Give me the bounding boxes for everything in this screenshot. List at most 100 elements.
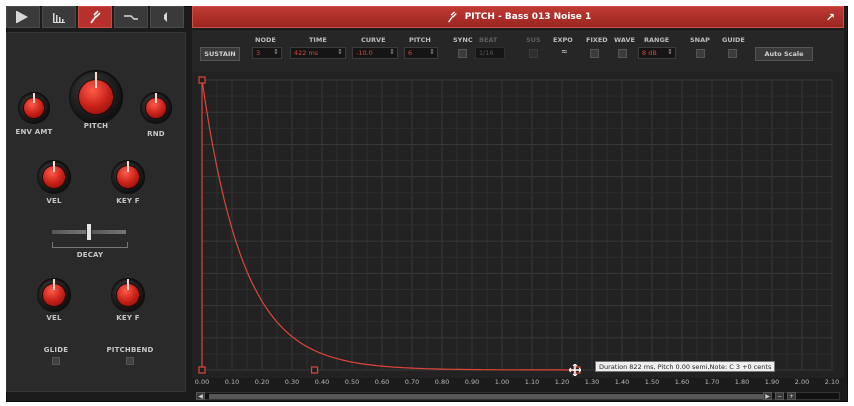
decay-slider[interactable]: [52, 224, 128, 240]
envelope-node[interactable]: [198, 366, 206, 374]
envelope-node[interactable]: [198, 76, 206, 84]
beat-stepper: 1/16: [475, 47, 505, 59]
pitch-label: PITCH: [83, 122, 109, 130]
sync-label: SYNC: [453, 36, 473, 44]
pitch-stepper[interactable]: 6 ⇕: [404, 47, 438, 59]
x-tick-label: 0.20: [254, 378, 270, 386]
env-amt-label: ENV AMT: [15, 128, 53, 136]
pitchbend-label: PITCHBEND: [106, 346, 154, 354]
node-value: 3: [256, 49, 261, 57]
curve-stepper[interactable]: -10.0 ⇕: [352, 47, 398, 59]
sus-checkbox: [529, 49, 538, 58]
range-stepper[interactable]: 8 dB ⇕: [638, 47, 676, 59]
sync-checkbox[interactable]: [458, 49, 467, 58]
x-tick-label: 1.10: [524, 378, 540, 386]
key-f2-knob[interactable]: [111, 278, 145, 312]
tab-envelope[interactable]: [114, 6, 148, 28]
x-tick-label: 0.30: [284, 378, 300, 386]
zoom-in-icon[interactable]: +: [787, 392, 796, 400]
x-tick-label: 1.20: [554, 378, 570, 386]
timeline-scrollbar[interactable]: ◀ ▶ − +: [196, 392, 840, 400]
auto-scale-button[interactable]: Auto Scale: [755, 47, 813, 61]
tab-pitch[interactable]: [78, 6, 112, 28]
expo-toggle[interactable]: ≈: [561, 47, 568, 56]
glide-checkbox[interactable]: [52, 357, 60, 365]
mode-tabs: [6, 6, 186, 28]
wave-checkbox[interactable]: [618, 49, 627, 58]
x-tick-label: 0.60: [374, 378, 390, 386]
key-f2-label: KEY F: [116, 314, 140, 322]
guide-label: GUIDE: [722, 36, 745, 44]
x-tick-label: 0.10: [224, 378, 240, 386]
stepper-arrows-icon[interactable]: ⇕: [667, 48, 673, 56]
scrollbar-thumb[interactable]: [209, 394, 769, 399]
wave-label: WAVE: [614, 36, 635, 44]
fixed-label: FIXED: [586, 36, 608, 44]
pitchbend-checkbox[interactable]: [126, 357, 134, 365]
pitch-value: 6: [408, 49, 413, 57]
x-tick-label: 1.00: [494, 378, 510, 386]
x-tick-label: 1.30: [584, 378, 600, 386]
snap-label: SNAP: [690, 36, 710, 44]
stepper-arrows-icon[interactable]: ⇕: [337, 48, 343, 56]
bars-icon: [53, 13, 65, 23]
rnd-label: RND: [147, 130, 165, 138]
envelope-graph-canvas[interactable]: [192, 72, 844, 378]
x-tick-label: 2.00: [794, 378, 810, 386]
sus-label: SUS: [526, 36, 541, 44]
x-tick-label: 0.40: [314, 378, 330, 386]
tab-bars[interactable]: [42, 6, 76, 28]
node-label: NODE: [255, 36, 276, 44]
vel2-label: VEL: [46, 314, 62, 322]
x-tick-label: 0.70: [404, 378, 420, 386]
vel-label: VEL: [46, 197, 62, 205]
fixed-checkbox[interactable]: [590, 49, 599, 58]
pin-icon[interactable]: ↗: [826, 11, 835, 24]
speaker-icon: [164, 12, 167, 22]
stepper-arrows-icon[interactable]: ⇕: [429, 48, 435, 56]
vel2-knob[interactable]: [37, 278, 71, 312]
sustain-button[interactable]: SUSTAIN: [200, 47, 240, 61]
x-tick-label: 1.90: [764, 378, 780, 386]
node-stepper[interactable]: 3 ⇕: [252, 47, 282, 59]
curve-value: -10.0: [356, 49, 373, 57]
time-stepper[interactable]: 422 ms ⇕: [290, 47, 346, 59]
envelope-toolbar: SUSTAIN NODE 3 ⇕ TIME 422 ms ⇕ CURVE -10.0…: [192, 30, 844, 72]
tab-play[interactable]: [6, 6, 40, 28]
decay-slider-handle[interactable]: [87, 224, 91, 240]
pitch-knob[interactable]: [69, 70, 123, 124]
snap-checkbox[interactable]: [696, 49, 705, 58]
guide-checkbox[interactable]: [728, 49, 737, 58]
tuning-fork-icon: [447, 11, 457, 23]
x-tick-label: 0.80: [434, 378, 450, 386]
envelope-node[interactable]: [310, 366, 319, 374]
x-tick-label: 1.60: [674, 378, 690, 386]
key-f-knob[interactable]: [111, 160, 145, 194]
scroll-right-icon[interactable]: ▶: [763, 392, 772, 400]
x-tick-label: 1.50: [644, 378, 660, 386]
envelope-graph[interactable]: [192, 72, 844, 378]
range-value: 8 dB: [642, 49, 657, 57]
editor-header: PITCH - Bass 013 Noise 1 ↗: [192, 6, 844, 28]
play-icon: [16, 11, 28, 23]
env-amt-knob[interactable]: [18, 92, 50, 124]
tab-output[interactable]: [150, 6, 184, 28]
glide-label: GLIDE: [43, 346, 69, 354]
x-tick-label: 2.10: [824, 378, 840, 386]
vel-knob[interactable]: [37, 160, 71, 194]
scroll-left-icon[interactable]: ◀: [196, 392, 205, 400]
expo-label: EXPO: [553, 36, 573, 44]
time-label: TIME: [309, 36, 327, 44]
stepper-arrows-icon[interactable]: ⇕: [273, 48, 279, 56]
time-axis-labels: 0.00 0.10 0.20 0.30 0.40 0.50 0.60 0.70 0.80 0.90…: [192, 378, 844, 390]
envelope-curve-icon: [124, 15, 138, 20]
x-tick-label: 1.40: [614, 378, 630, 386]
rnd-knob[interactable]: [140, 92, 172, 124]
range-label: RANGE: [644, 36, 670, 44]
x-tick-label: 0.90: [464, 378, 480, 386]
stepper-arrows-icon[interactable]: ⇕: [389, 48, 395, 56]
curve-label: CURVE: [361, 36, 386, 44]
editor-title: PITCH - Bass 013 Noise 1: [464, 12, 592, 22]
zoom-out-icon[interactable]: −: [775, 392, 784, 400]
x-tick-label: 0.00: [194, 378, 210, 386]
